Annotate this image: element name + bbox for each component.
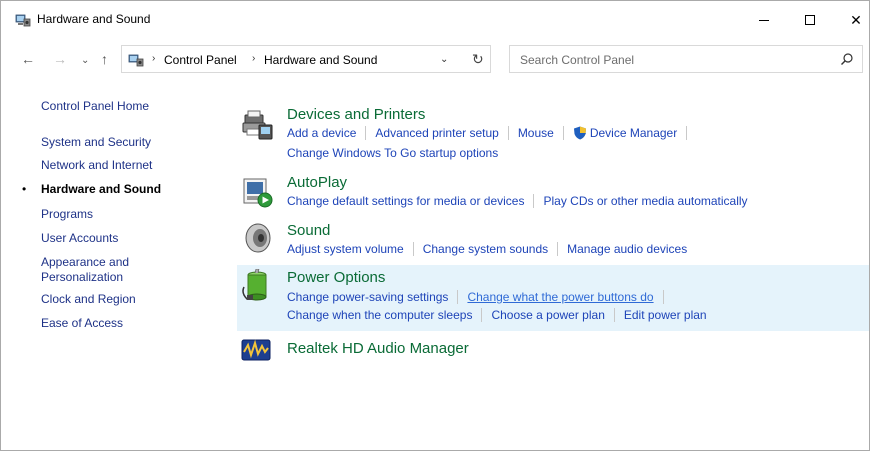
link-separator <box>662 290 664 304</box>
back-button[interactable]: ← <box>21 51 35 67</box>
choose-power-plan-link[interactable]: Choose a power plan <box>491 308 604 322</box>
minimize-button[interactable] <box>741 1 787 39</box>
printer-icon <box>242 110 273 140</box>
link-separator <box>557 242 559 256</box>
devices-links-row-2: Change Windows To Go startup options <box>287 146 498 160</box>
devices-printers-title[interactable]: Devices and Printers <box>287 106 425 123</box>
play-cds-automatically-link[interactable]: Play CDs or other media automatically <box>543 194 747 208</box>
sidebar-item-clock-region[interactable]: Clock and Region <box>41 292 136 306</box>
navigation-bar: ← → ⌄ ↑ › Control Panel › Hardware and S… <box>1 41 869 77</box>
link-separator <box>533 194 535 208</box>
category-devices-printers: Devices and Printers Add a device Advanc… <box>237 101 869 163</box>
battery-icon <box>242 269 267 301</box>
devices-links-row: Add a device Advanced printer setup Mous… <box>287 126 696 140</box>
adjust-system-volume-link[interactable]: Adjust system volume <box>287 242 404 256</box>
manage-audio-devices-link[interactable]: Manage audio devices <box>567 242 687 256</box>
autoplay-title[interactable]: AutoPlay <box>287 174 347 191</box>
address-bar[interactable]: › Control Panel › Hardware and Sound ⌄ ↻ <box>121 45 491 73</box>
autoplay-links-row: Change default settings for media or dev… <box>287 194 748 208</box>
windows-to-go-link[interactable]: Change Windows To Go startup options <box>287 146 498 160</box>
address-dropdown-icon[interactable]: ⌄ <box>440 54 448 65</box>
control-panel-home-link[interactable]: Control Panel Home <box>41 99 149 113</box>
change-power-buttons-link[interactable]: Change what the power buttons do <box>467 290 653 304</box>
search-input[interactable]: Search Control Panel <box>520 53 634 67</box>
breadcrumb-hardware-and-sound[interactable]: Hardware and Sound <box>264 53 377 67</box>
link-separator <box>686 126 688 140</box>
maximize-button[interactable] <box>787 1 833 39</box>
search-box[interactable]: Search Control Panel <box>509 45 863 73</box>
category-autoplay: AutoPlay Change default settings for med… <box>237 169 869 213</box>
up-button[interactable]: ↑ <box>101 51 108 67</box>
category-sound: Sound Adjust system volume Change system… <box>237 217 869 261</box>
power-options-title[interactable]: Power Options <box>287 269 385 286</box>
sidebar-item-network-internet[interactable]: Network and Internet <box>41 158 152 172</box>
sidebar-item-hardware-sound: Hardware and Sound <box>41 182 162 196</box>
sound-links-row: Adjust system volume Change system sound… <box>287 242 687 256</box>
title-bar: Hardware and Sound ✕ <box>1 1 869 39</box>
hardware-sound-icon <box>15 14 31 27</box>
category-realtek-audio: Realtek HD Audio Manager <box>237 335 869 365</box>
sidebar-item-appearance[interactable]: Appearance and <box>41 255 129 269</box>
device-manager-link[interactable]: Device Manager <box>590 126 677 140</box>
link-separator <box>457 290 459 304</box>
realtek-audio-title[interactable]: Realtek HD Audio Manager <box>287 340 469 357</box>
link-separator <box>481 308 483 322</box>
realtek-icon <box>241 339 271 361</box>
window-title: Hardware and Sound <box>37 12 151 26</box>
link-separator <box>507 126 509 140</box>
maximize-icon <box>805 15 815 25</box>
autoplay-icon <box>243 178 273 208</box>
speaker-icon <box>245 223 271 253</box>
mouse-link[interactable]: Mouse <box>518 126 554 140</box>
power-links-row-2: Change when the computer sleeps Choose a… <box>287 308 707 322</box>
sidebar-item-personalization[interactable]: Personalization <box>41 270 123 284</box>
breadcrumb-separator[interactable]: › <box>252 53 255 64</box>
sound-title[interactable]: Sound <box>287 222 330 239</box>
edit-power-plan-link[interactable]: Edit power plan <box>624 308 707 322</box>
link-separator <box>412 242 414 256</box>
sidebar-item-system-security[interactable]: System and Security <box>41 135 151 149</box>
hardware-sound-icon <box>128 54 144 67</box>
recent-locations-button[interactable]: ⌄ <box>81 53 89 69</box>
current-item-bullet: • <box>22 182 27 196</box>
close-icon: ✕ <box>850 11 862 28</box>
sidebar-item-ease-of-access[interactable]: Ease of Access <box>41 316 123 330</box>
change-default-media-settings-link[interactable]: Change default settings for media or dev… <box>287 194 524 208</box>
change-system-sounds-link[interactable]: Change system sounds <box>423 242 548 256</box>
link-separator <box>562 126 564 140</box>
power-links-row: Change power-saving settings Change what… <box>287 290 673 304</box>
breadcrumb-separator[interactable]: › <box>152 53 155 64</box>
minimize-icon <box>759 19 769 21</box>
add-device-link[interactable]: Add a device <box>287 126 356 140</box>
refresh-button[interactable]: ↻ <box>472 51 484 68</box>
search-icon[interactable] <box>840 52 854 66</box>
control-panel-window: Hardware and Sound ✕ ← → ⌄ ↑ › Control P… <box>0 0 870 451</box>
sidebar-item-programs[interactable]: Programs <box>41 207 93 221</box>
close-button[interactable]: ✕ <box>833 1 870 39</box>
change-power-saving-settings-link[interactable]: Change power-saving settings <box>287 290 448 304</box>
sidebar-item-user-accounts[interactable]: User Accounts <box>41 231 118 245</box>
breadcrumb-control-panel[interactable]: Control Panel <box>164 53 237 67</box>
advanced-printer-setup-link[interactable]: Advanced printer setup <box>375 126 498 140</box>
forward-button[interactable]: → <box>53 51 67 67</box>
category-power-options: Power Options Change power-saving settin… <box>237 265 869 331</box>
link-separator <box>613 308 615 322</box>
link-separator <box>365 126 367 140</box>
change-sleep-settings-link[interactable]: Change when the computer sleeps <box>287 308 472 322</box>
uac-shield-icon <box>573 126 586 140</box>
